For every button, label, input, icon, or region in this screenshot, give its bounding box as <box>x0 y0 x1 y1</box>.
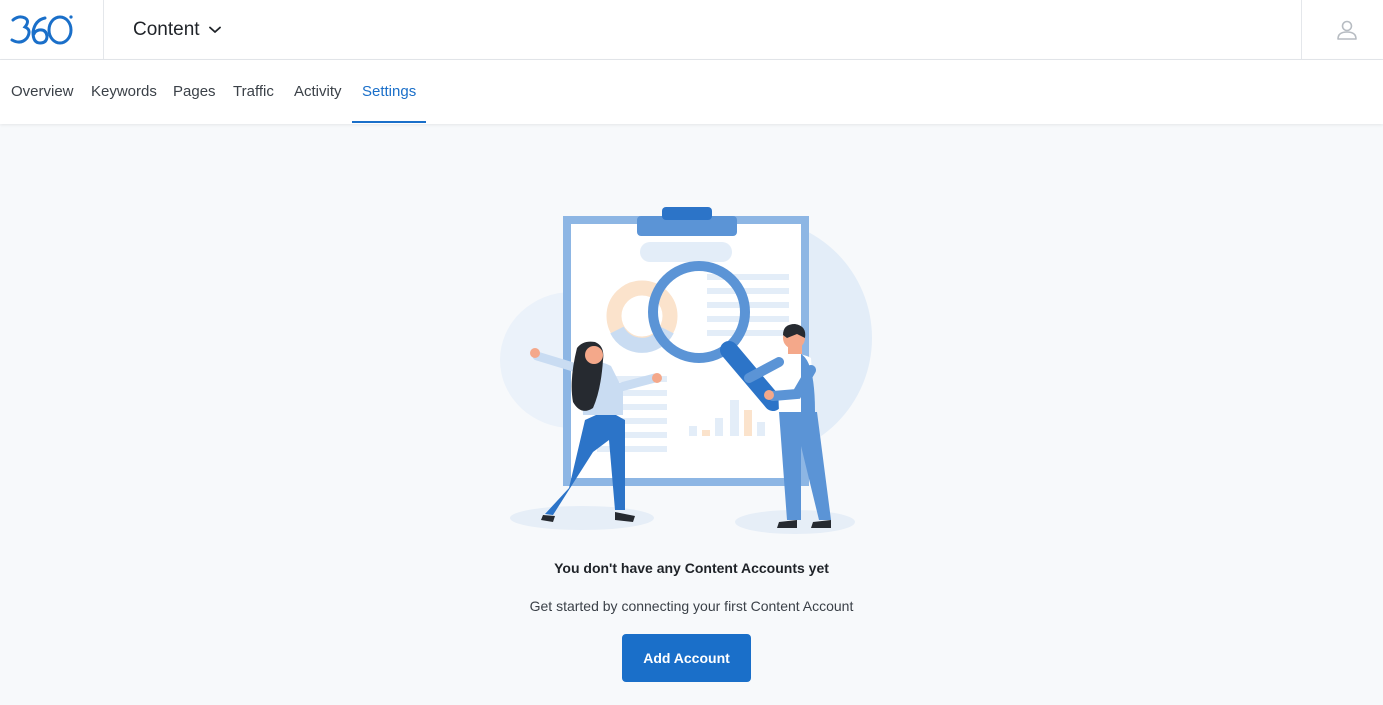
logo-360[interactable] <box>0 0 104 60</box>
empty-state-illustration <box>500 207 872 534</box>
tab-keywords[interactable]: Keywords <box>91 60 157 124</box>
user-menu[interactable] <box>1301 0 1383 60</box>
active-tab-indicator <box>352 121 426 123</box>
add-account-button[interactable]: Add Account <box>622 634 751 682</box>
tab-bar: Overview Keywords Pages Traffic Activity… <box>0 60 1383 124</box>
empty-state-title: You don't have any Content Accounts yet <box>554 560 829 576</box>
product-switcher[interactable]: Content <box>133 16 221 44</box>
tab-settings[interactable]: Settings <box>362 60 416 124</box>
product-name: Content <box>133 19 200 40</box>
tab-traffic[interactable]: Traffic <box>233 60 274 124</box>
tab-pages[interactable]: Pages <box>173 60 216 124</box>
logo-360-icon <box>10 15 73 45</box>
top-bar: Content <box>0 0 1383 60</box>
chevron-down-icon <box>208 26 221 33</box>
empty-state-subtitle: Get started by connecting your first Con… <box>529 598 854 614</box>
tab-activity[interactable]: Activity <box>294 60 342 124</box>
user-icon <box>1337 20 1357 40</box>
tab-overview[interactable]: Overview <box>11 60 74 124</box>
